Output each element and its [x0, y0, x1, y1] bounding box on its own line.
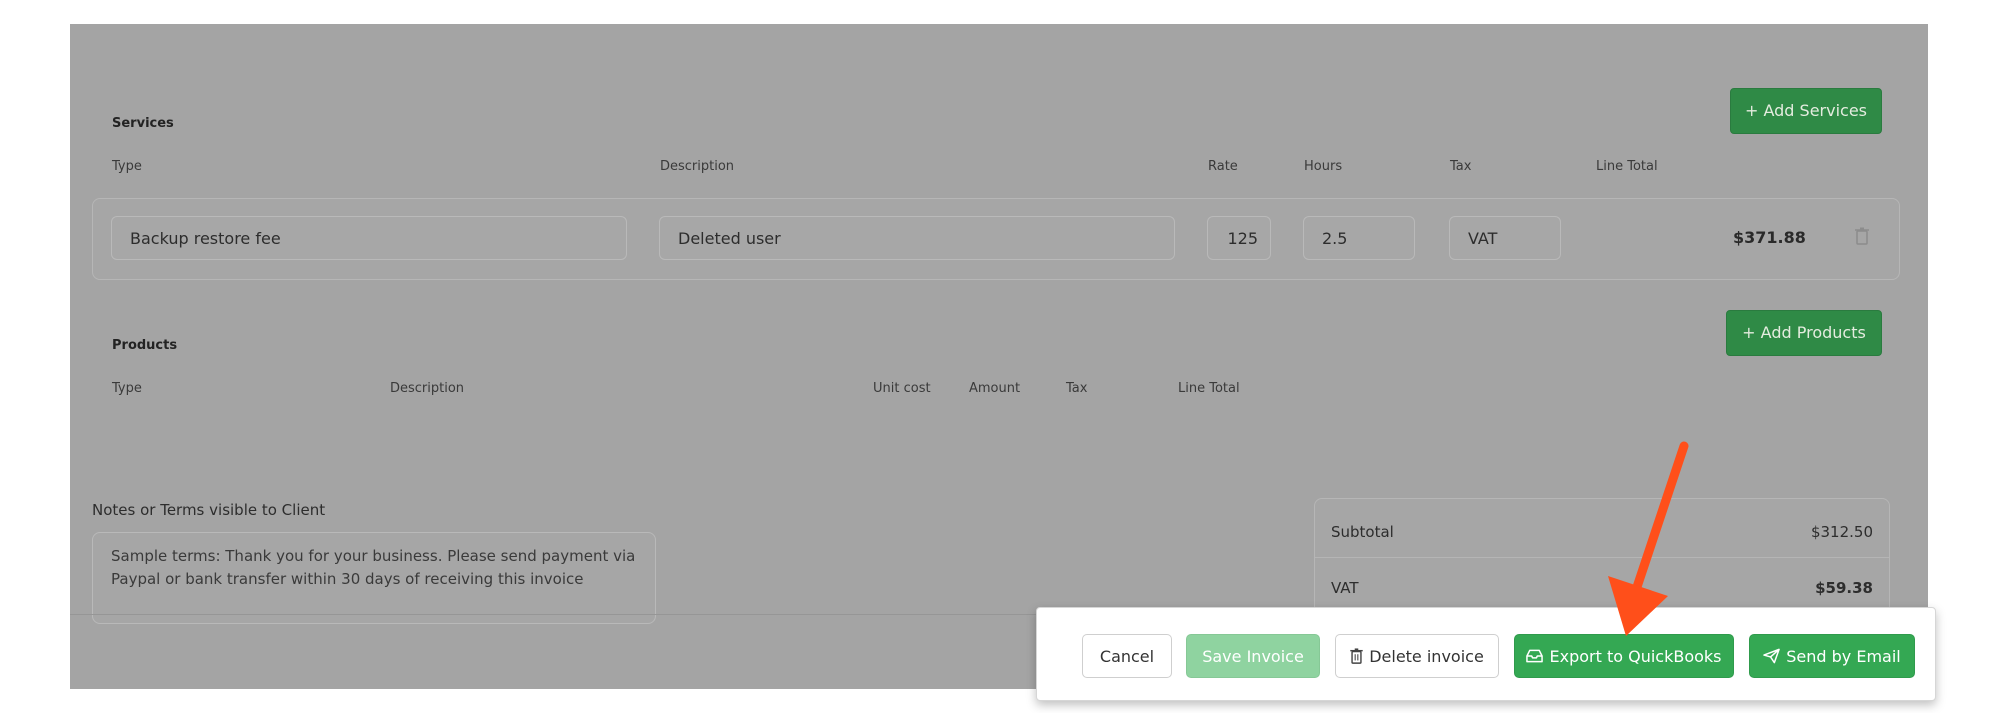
services-col-hours: Hours: [1304, 159, 1343, 174]
products-col-unit-cost: Unit cost: [873, 381, 931, 396]
delete-invoice-label: Delete invoice: [1369, 647, 1484, 666]
service-line-total: $371.88: [1733, 228, 1806, 247]
services-col-rate: Rate: [1208, 159, 1238, 174]
paper-plane-icon: [1763, 635, 1781, 679]
services-col-line-total: Line Total: [1596, 159, 1658, 174]
add-services-button[interactable]: + Add Services: [1730, 88, 1882, 134]
save-invoice-button[interactable]: Save Invoice: [1186, 634, 1320, 678]
vat-value: $59.38: [1815, 579, 1873, 597]
notes-textarea[interactable]: Sample terms: Thank you for your busines…: [92, 532, 656, 624]
products-col-type: Type: [112, 381, 142, 396]
trash-icon: [1350, 635, 1363, 679]
notes-label: Notes or Terms visible to Client: [92, 501, 326, 519]
products-col-tax: Tax: [1066, 381, 1088, 396]
service-row: Backup restore fee Deleted user 125 2.5 …: [92, 198, 1900, 280]
subtotal-label: Subtotal: [1331, 523, 1394, 541]
service-description-input[interactable]: Deleted user: [659, 216, 1175, 260]
products-title: Products: [112, 338, 178, 353]
send-email-button[interactable]: Send by Email: [1749, 634, 1915, 678]
delete-invoice-button[interactable]: Delete invoice: [1335, 634, 1499, 678]
service-hours-input[interactable]: 2.5: [1303, 216, 1415, 260]
services-title: Services: [112, 116, 174, 131]
export-quickbooks-label: Export to QuickBooks: [1549, 647, 1722, 666]
add-products-button[interactable]: + Add Products: [1726, 310, 1882, 356]
services-col-description: Description: [660, 159, 735, 174]
send-email-label: Send by Email: [1786, 647, 1901, 666]
service-rate-input[interactable]: 125: [1207, 216, 1271, 260]
subtotal-value: $312.50: [1810, 523, 1873, 541]
annotation-arrow-icon: [1608, 441, 1689, 636]
vat-label: VAT: [1331, 579, 1359, 597]
products-col-description: Description: [390, 381, 465, 396]
products-col-amount: Amount: [969, 381, 1021, 396]
invoice-action-bar: Cancel Save Invoice Delete invoice Expor…: [1036, 607, 1936, 701]
services-col-type: Type: [112, 159, 142, 174]
cancel-button[interactable]: Cancel: [1082, 634, 1172, 678]
products-col-line-total: Line Total: [1178, 381, 1240, 396]
inbox-icon: [1526, 635, 1544, 679]
service-type-input[interactable]: Backup restore fee: [111, 216, 627, 260]
service-tax-select[interactable]: VAT: [1449, 216, 1561, 260]
services-col-tax: Tax: [1450, 159, 1472, 174]
trash-icon[interactable]: [1855, 227, 1869, 245]
